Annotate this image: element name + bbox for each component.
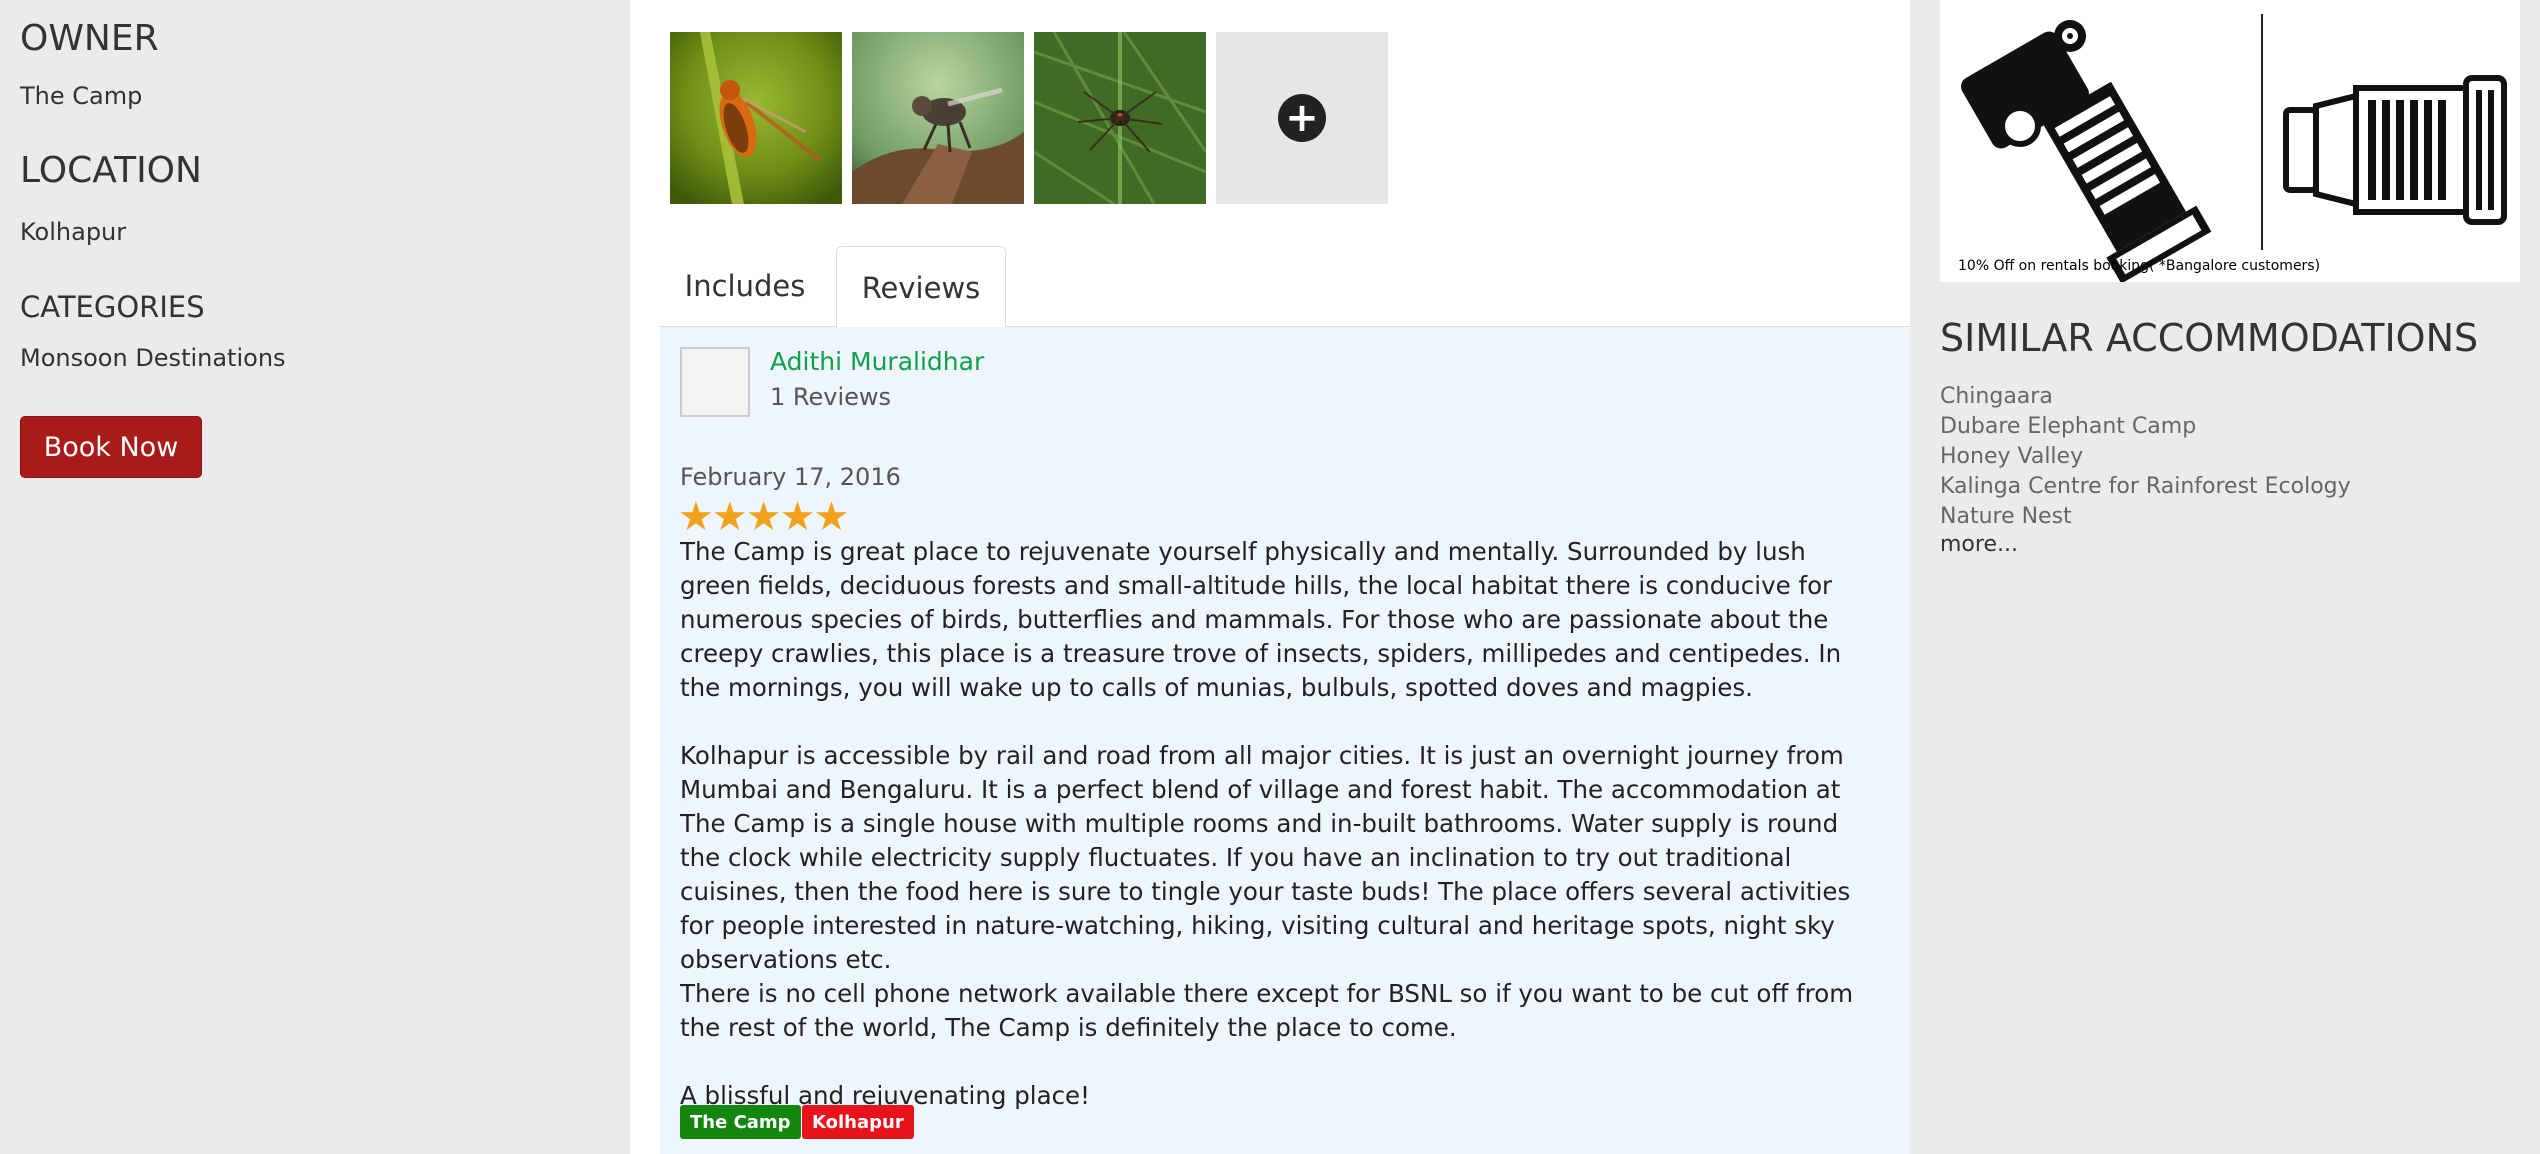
location-heading: LOCATION <box>20 150 202 191</box>
camera-rental-ad[interactable]: 10% Off on rentals booking( *Bangalore c… <box>1940 0 2520 282</box>
review-panel: Adithi Muralidhar 1 Reviews February 17,… <box>660 327 1910 1154</box>
review-paragraph: The Camp is great place to rejuvenate yo… <box>680 537 1842 702</box>
spider-photo <box>1034 32 1206 204</box>
avatar[interactable] <box>680 347 750 417</box>
categories-value: Monsoon Destinations <box>20 344 286 372</box>
similar-item-honey-valley[interactable]: Honey Valley <box>1940 442 2351 472</box>
review-paragraph: There is no cell phone network available… <box>680 979 1854 1042</box>
similar-accommodations-heading: SIMILAR ACCOMMODATIONS <box>1940 316 2479 360</box>
more-link[interactable]: more... <box>1940 532 2018 557</box>
review-paragraph: Kolhapur is accessible by rail and road … <box>680 741 1851 974</box>
ad-caption: 10% Off on rentals booking( *Bangalore c… <box>1958 258 2321 274</box>
tab-includes[interactable]: Includes <box>660 246 830 326</box>
similar-item-nature-nest[interactable]: Nature Nest <box>1940 502 2351 532</box>
similar-item-dubare-elephant-camp[interactable]: Dubare Elephant Camp <box>1940 412 2351 442</box>
owner-value: The Camp <box>20 82 143 110</box>
similar-item-chingaara[interactable]: Chingaara <box>1940 382 2351 412</box>
tab-reviews[interactable]: Reviews <box>836 246 1006 329</box>
gallery-thumbnail-spider[interactable] <box>1034 32 1206 204</box>
plus-circle-icon: + <box>1278 94 1326 142</box>
book-now-button[interactable]: Book Now <box>20 416 202 478</box>
tag-kolhapur[interactable]: Kolhapur <box>802 1105 914 1139</box>
left-sidebar: OWNER The Camp LOCATION Kolhapur CATEGOR… <box>0 0 630 1154</box>
gallery-thumbnail-insect[interactable] <box>670 32 842 204</box>
location-value: Kolhapur <box>20 218 127 246</box>
reviewer-name-link[interactable]: Adithi Muralidhar <box>770 347 984 376</box>
main-content: + Includes Reviews Adithi Muralidhar 1 R… <box>630 0 1910 1154</box>
robber-fly-photo <box>852 32 1024 204</box>
right-sidebar: 10% Off on rentals booking( *Bangalore c… <box>1910 0 2540 1154</box>
categories-heading: CATEGORIES <box>20 290 205 324</box>
gallery-thumbnail-robber-fly[interactable] <box>852 32 1024 204</box>
reviewer-review-count: 1 Reviews <box>770 383 892 411</box>
review-text: The Camp is great place to rejuvenate yo… <box>680 535 1860 1113</box>
tag-the-camp[interactable]: The Camp <box>680 1105 801 1139</box>
owner-heading: OWNER <box>20 18 159 59</box>
insect-photo <box>670 32 842 204</box>
camera-lens-icon <box>1961 14 2507 282</box>
similar-accommodations-list: Chingaara Dubare Elephant Camp Honey Val… <box>1940 382 2351 532</box>
add-photo-button[interactable]: + <box>1216 32 1388 204</box>
similar-item-kalinga-centre[interactable]: Kalinga Centre for Rainforest Ecology <box>1940 472 2351 502</box>
review-date: February 17, 2016 <box>680 463 901 491</box>
star-rating: ★★★★★ <box>678 494 849 540</box>
